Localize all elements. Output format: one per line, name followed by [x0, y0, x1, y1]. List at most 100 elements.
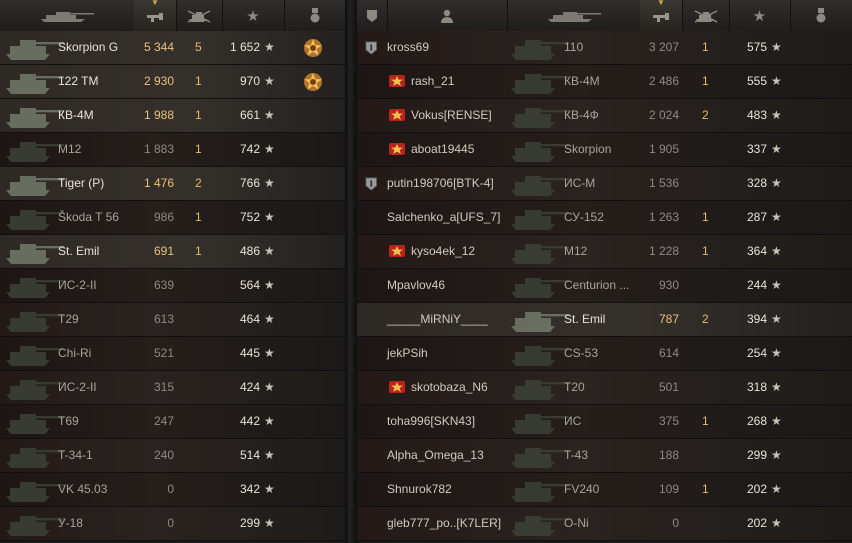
table-row[interactable]: Alpha_Omega_13 T-43 188 299 ★ — [357, 439, 852, 473]
xp-value: 564 — [239, 278, 260, 292]
tank-name: Skorpion G — [58, 40, 119, 54]
tank-name: Škoda T 56 — [58, 210, 119, 224]
top-gun-medal-icon[interactable] — [302, 71, 324, 93]
xp-star-icon: ★ — [771, 40, 782, 54]
tank-name: ИС-2-II — [58, 380, 97, 394]
damage-value: 240 — [153, 448, 174, 462]
table-row[interactable]: Chi-Ri 521 445 ★ — [0, 337, 345, 371]
kills-value: 1 — [702, 244, 709, 258]
xp-star-icon: ★ — [771, 278, 782, 292]
damage-value: 2 024 — [648, 108, 679, 122]
table-row[interactable]: Škoda T 56 986 1 752 ★ — [0, 201, 345, 235]
table-row[interactable]: У-18 0 299 ★ — [0, 507, 345, 541]
tank-silhouette-icon — [6, 210, 64, 230]
tank-silhouette-icon — [511, 448, 569, 468]
damage-value: 0 — [167, 516, 174, 530]
xp-star-icon: ★ — [264, 414, 275, 428]
table-row[interactable]: Vokus[RENSE] КВ-4Ф 2 024 2 483 ★ — [357, 99, 852, 133]
table-row[interactable]: toha996[SKN43] ИС 375 1 268 ★ — [357, 405, 852, 439]
player-name: Shnurok782 — [387, 482, 452, 496]
tank-name: T20 — [564, 380, 585, 394]
xp-star-icon: ★ — [264, 516, 275, 530]
panel-divider — [345, 0, 357, 543]
player-column-header[interactable] — [387, 0, 508, 31]
squad-column-header[interactable] — [357, 0, 388, 31]
destroyed-tank-icon — [694, 9, 717, 23]
tank-silhouette-icon — [511, 244, 569, 264]
sort-indicator-icon: ▼ — [151, 0, 159, 7]
xp-value: 486 — [239, 244, 260, 258]
damage-value: 1 883 — [143, 142, 174, 156]
xp-star-icon: ★ — [264, 176, 275, 190]
clan-emblem-icon — [389, 75, 405, 87]
damage-column-header[interactable]: ▼ — [134, 0, 177, 31]
player-name: _____MiRNiY____ — [387, 312, 488, 326]
tank-name: T-34-1 — [58, 448, 93, 462]
table-row[interactable]: Tiger (P) 1 476 2 766 ★ — [0, 167, 345, 201]
tank-silhouette-icon — [6, 40, 64, 60]
xp-column-header[interactable]: ★ — [222, 0, 285, 31]
tank-column-header[interactable] — [0, 0, 135, 31]
table-row[interactable]: gleb777_po..[K7LER] O-Ni 0 202 ★ — [357, 507, 852, 541]
squad-badge-icon — [365, 177, 377, 191]
table-row[interactable]: ИС-2-II 639 564 ★ — [0, 269, 345, 303]
xp-star-icon: ★ — [264, 346, 275, 360]
top-gun-medal-icon[interactable] — [302, 37, 324, 59]
kills-value: 1 — [195, 210, 202, 224]
kills-column-header-right[interactable] — [682, 0, 730, 31]
xp-star-icon: ★ — [264, 108, 275, 122]
damage-value: 614 — [658, 346, 679, 360]
table-row[interactable]: skotobaza_N6 T20 501 318 ★ — [357, 371, 852, 405]
medal-icon — [310, 7, 319, 22]
table-row[interactable]: 122 TM 2 930 1 970 ★ — [0, 65, 345, 99]
table-row[interactable]: Shnurok782 FV240 109 1 202 ★ — [357, 473, 852, 507]
table-row[interactable]: Salchenko_a[UFS_7] СУ-152 1 263 1 287 ★ — [357, 201, 852, 235]
kills-value — [702, 371, 722, 404]
table-row[interactable]: kyso4ek_12 M12 1 228 1 364 ★ — [357, 235, 852, 269]
table-row[interactable]: T69 247 442 ★ — [0, 405, 345, 439]
xp-value: 766 — [239, 176, 260, 190]
table-row[interactable]: aboat19445 Skorpion 1 905 337 ★ — [357, 133, 852, 167]
tank-silhouette-icon — [511, 142, 569, 162]
table-row[interactable]: St. Emil 691 1 486 ★ — [0, 235, 345, 269]
damage-value: 109 — [658, 482, 679, 496]
table-row[interactable]: T-34-1 240 514 ★ — [0, 439, 345, 473]
player-icon — [441, 9, 453, 23]
xp-value: 661 — [239, 108, 260, 122]
table-row[interactable]: M12 1 883 1 742 ★ — [0, 133, 345, 167]
achievements-column-header[interactable] — [284, 0, 345, 31]
kills-value — [195, 507, 215, 540]
table-row[interactable]: jekPSih CS-53 614 254 ★ — [357, 337, 852, 371]
xp-value: 445 — [239, 346, 260, 360]
tank-name: M12 — [564, 244, 588, 258]
tank-name: Skorpion — [564, 142, 612, 156]
tank-name: O-Ni — [564, 516, 589, 530]
table-row[interactable]: Mpavlov46 Centurion ... 930 244 ★ — [357, 269, 852, 303]
xp-column-header-right[interactable]: ★ — [729, 0, 791, 31]
kills-column-header[interactable] — [176, 0, 223, 31]
tank-silhouette-icon — [511, 346, 569, 366]
table-row[interactable]: КВ-4М 1 988 1 661 ★ — [0, 99, 345, 133]
achievements-column-header-right[interactable] — [790, 0, 852, 31]
damage-column-header-right[interactable]: ▼ — [640, 0, 683, 31]
table-row[interactable]: _____MiRNiY____ St. Emil 787 2 394 ★ — [357, 303, 852, 337]
tank-name: ИС-М — [564, 176, 596, 190]
tank-name: St. Emil — [58, 244, 100, 258]
tank-silhouette-icon — [6, 516, 64, 536]
tank-name: VK 45.03 — [58, 482, 108, 496]
table-row[interactable]: rash_21 КВ-4М 2 486 1 555 ★ — [357, 65, 852, 99]
damage-value: 188 — [658, 448, 679, 462]
table-row[interactable]: putin198706[BTK-4] ИС-М 1 536 328 ★ — [357, 167, 852, 201]
damage-value: 2 486 — [648, 74, 679, 88]
table-row[interactable]: VK 45.03 0 342 ★ — [0, 473, 345, 507]
table-row[interactable]: T29 613 464 ★ — [0, 303, 345, 337]
damage-value: 0 — [672, 516, 679, 530]
table-row[interactable]: Skorpion G 5 344 5 1 652 ★ — [0, 31, 345, 65]
player-name: Salchenko_a[UFS_7] — [387, 210, 501, 224]
tank-silhouette-icon — [6, 176, 64, 196]
table-row[interactable]: kross69 110 3 207 1 575 ★ — [357, 31, 852, 65]
xp-star-icon: ★ — [264, 380, 275, 394]
kills-value: 1 — [195, 142, 202, 156]
tank-column-header-right[interactable] — [507, 0, 641, 31]
table-row[interactable]: ИС-2-II 315 424 ★ — [0, 371, 345, 405]
